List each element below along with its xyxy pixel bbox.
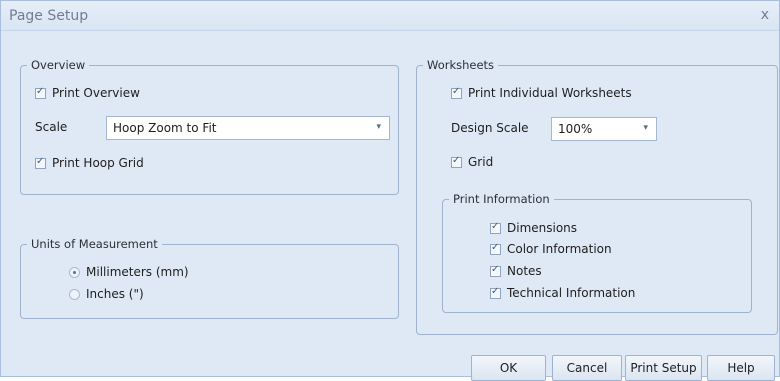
print-setup-button[interactable]: Print Setup (625, 355, 702, 381)
print-hoop-grid-label: Print Hoop Grid (52, 156, 144, 170)
millimeters-option[interactable]: Millimeters (mm) (69, 265, 189, 279)
overview-legend: Overview (27, 58, 90, 72)
print-hoop-grid-option[interactable]: Print Hoop Grid (35, 156, 144, 170)
design-scale-label: Design Scale (451, 121, 529, 135)
close-icon[interactable]: x (761, 7, 769, 23)
worksheets-group: Worksheets Print Individual Worksheets D… (416, 58, 778, 335)
page-setup-dialog: Page Setup x Overview Print Overview Sca… (0, 0, 780, 381)
notes-option[interactable]: Notes (490, 264, 542, 278)
design-scale-row: Design Scale (451, 121, 529, 135)
help-button[interactable]: Help (707, 355, 775, 381)
print-individual-worksheets-option[interactable]: Print Individual Worksheets (451, 86, 632, 100)
technical-information-checkbox[interactable] (490, 286, 501, 299)
print-individual-worksheets-label: Print Individual Worksheets (468, 86, 632, 100)
print-individual-worksheets-checkbox[interactable] (451, 86, 462, 99)
scale-row: Scale (35, 120, 67, 134)
chevron-down-icon: ▾ (643, 123, 648, 133)
print-overview-option[interactable]: Print Overview (35, 86, 140, 100)
print-overview-checkbox[interactable] (35, 86, 46, 99)
print-information-group: Print Information Dimensions Color Infor… (442, 192, 752, 313)
ok-button[interactable]: OK (471, 355, 546, 381)
units-group: Units of Measurement Millimeters (mm) In… (20, 237, 399, 319)
design-scale-dropdown[interactable]: 100% ▾ (551, 117, 657, 141)
chevron-down-icon: ▾ (376, 122, 381, 132)
design-scale-value: 100% (558, 122, 593, 136)
technical-information-option[interactable]: Technical Information (490, 286, 635, 300)
millimeters-label: Millimeters (mm) (86, 265, 189, 279)
millimeters-radio[interactable] (69, 266, 80, 278)
overview-group: Overview Print Overview Scale Hoop Zoom … (20, 58, 399, 195)
inches-label: Inches (") (86, 287, 144, 301)
grid-option[interactable]: Grid (451, 155, 493, 169)
print-information-legend: Print Information (449, 192, 554, 206)
worksheets-legend: Worksheets (423, 58, 499, 72)
inches-radio[interactable] (69, 288, 80, 300)
units-legend: Units of Measurement (27, 237, 162, 251)
scale-dropdown[interactable]: Hoop Zoom to Fit ▾ (106, 116, 390, 140)
dimensions-label: Dimensions (507, 221, 578, 235)
color-information-label: Color Information (507, 242, 612, 256)
notes-label: Notes (507, 264, 542, 278)
technical-information-label: Technical Information (507, 286, 636, 300)
color-information-option[interactable]: Color Information (490, 242, 612, 256)
print-overview-label: Print Overview (52, 86, 140, 100)
scale-value: Hoop Zoom to Fit (113, 121, 217, 135)
scale-label: Scale (35, 120, 68, 134)
color-information-checkbox[interactable] (490, 242, 501, 255)
title-bar: Page Setup x (1, 1, 779, 31)
grid-label: Grid (468, 155, 494, 169)
dimensions-checkbox[interactable] (490, 221, 501, 234)
print-hoop-grid-checkbox[interactable] (35, 156, 46, 169)
dimensions-option[interactable]: Dimensions (490, 221, 577, 235)
window-title: Page Setup (9, 8, 89, 24)
cancel-button[interactable]: Cancel (552, 355, 622, 381)
inches-option[interactable]: Inches (") (69, 287, 144, 301)
grid-checkbox[interactable] (451, 155, 462, 168)
notes-checkbox[interactable] (490, 264, 501, 277)
